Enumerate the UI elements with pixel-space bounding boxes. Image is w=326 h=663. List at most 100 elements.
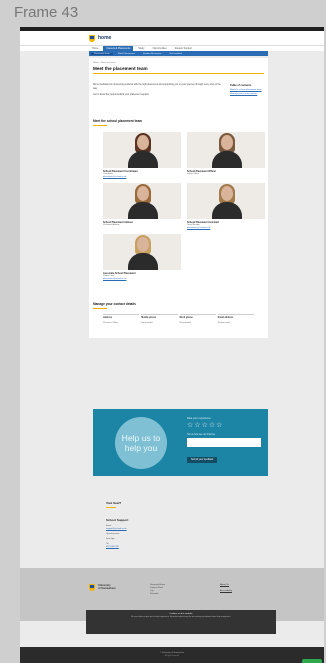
cookie-title: Cookies on this website	[169, 613, 193, 615]
footer-links: About Us Accessibility	[220, 584, 232, 596]
footer-link-about[interactable]: About Us	[220, 584, 232, 586]
team-member-card: School Placement Assistant Team Member pla…	[187, 182, 267, 229]
contact-detail-label: Work phone	[179, 316, 193, 319]
cookie-banner: Cookies on this website We use cookies t…	[86, 610, 276, 634]
contact-detail-label: Address	[103, 316, 113, 319]
contact-detail-column: Address Placement Office	[103, 313, 140, 324]
contact-detail-value: Not provided	[141, 321, 153, 324]
contact-detail-column: Email address Student email	[217, 313, 254, 324]
nav-item[interactable]: Home	[89, 46, 101, 51]
support-email-label: Email	[106, 525, 112, 527]
face-shape	[137, 134, 149, 150]
shield-logo-icon	[89, 584, 95, 591]
site-header: home	[20, 31, 324, 45]
cookie-text: We use cookies to give you the best expe…	[130, 616, 232, 618]
star-rating: ☆ ☆ ☆ ☆ ☆	[187, 422, 263, 429]
feedback-form: Rate your experience ☆ ☆ ☆ ☆ ☆ Tell us how w…	[187, 417, 263, 465]
face-shape	[221, 185, 233, 201]
sub-navigation: Placement team Work Placements Student Res…	[89, 51, 268, 56]
contact-detail-value: Placement Office	[103, 321, 119, 324]
star-icon[interactable]: ☆	[187, 422, 193, 429]
contact-detail-column: Work phone Not provided	[179, 313, 216, 324]
toc-link-team[interactable]: Meet the school placement team	[230, 89, 264, 92]
site-logo[interactable]: home	[89, 34, 111, 42]
footer-address: University House Campus Road City Postco…	[150, 584, 165, 596]
team-grid: School Placement Coordinator Coordinator p…	[89, 131, 268, 280]
body-shape	[212, 201, 242, 219]
subnav-item[interactable]: Work Placements	[115, 53, 138, 55]
body-shape	[128, 252, 158, 270]
body-shape	[128, 201, 158, 219]
section-underline	[93, 124, 107, 126]
face-shape	[221, 134, 233, 150]
support-email-link[interactable]: support@school.ac.uk	[106, 528, 206, 530]
main-content: Home > Meet the team Meet the placement …	[89, 58, 268, 338]
team-member-photo	[187, 182, 265, 219]
rating-question: Rate your experience	[187, 417, 211, 420]
bottom-copyright-band: © University of Somewhere All rights res…	[20, 647, 324, 663]
submit-feedback-button[interactable]: Submit your feedback	[187, 457, 218, 463]
section-underline	[106, 507, 116, 508]
nav-item[interactable]: Student Support	[172, 46, 195, 51]
team-member-card: School Placement Officer Senior Officer	[187, 131, 267, 178]
footer-link-accessibility[interactable]: Accessibility	[220, 590, 232, 592]
body-shape	[212, 150, 242, 168]
copyright-line-2: All rights reserved	[164, 655, 180, 657]
page-title: Meet the placement team	[93, 66, 148, 71]
nav-item[interactable]: Opportunities	[149, 46, 169, 51]
table-of-contents: Table of contents Meet the school placem…	[230, 84, 264, 101]
star-icon[interactable]: ☆	[209, 422, 215, 429]
contact-detail-value: Not provided	[179, 321, 191, 324]
star-icon[interactable]: ☆	[216, 422, 222, 429]
support-info: Visit SeeIT School Support Email support…	[106, 501, 206, 548]
nav-item[interactable]: Careers & Placements	[103, 46, 134, 51]
support-hours-value: 9am-5pm	[106, 538, 115, 540]
team-member-role: Placement Advisor	[103, 224, 120, 227]
feedback-banner: Help us to help you Rate your experience…	[93, 409, 268, 476]
site-logo-text: home	[98, 35, 112, 41]
contact-details-grid: Address Placement Office Mobile phone Not p…	[89, 313, 268, 324]
toc-link-contact[interactable]: Manage your contact details	[230, 93, 264, 96]
frame-label: Frame 43	[14, 4, 79, 21]
section-underline	[93, 307, 107, 309]
team-member-card: School Placement Coordinator Coordinator p…	[103, 131, 183, 178]
footer-logo[interactable]: University of Somewhere	[89, 584, 116, 591]
team-member-photo	[187, 131, 265, 168]
nav-item[interactable]: Study	[135, 46, 147, 51]
main-navigation: Home Careers & Placements Study Opportuniti…	[20, 45, 324, 51]
help-us-bubble: Help us to help you	[115, 417, 167, 469]
team-member-role: Senior Officer	[187, 173, 200, 176]
subnav-item[interactable]: Get Involved	[167, 53, 185, 55]
face-shape	[137, 236, 149, 252]
contact-detail-label: Mobile phone	[141, 316, 157, 319]
comment-input[interactable]	[187, 438, 261, 447]
web-page: home Home Careers & Placements Study Opport…	[20, 27, 324, 663]
contact-section-title: Manage your contact details	[93, 301, 136, 306]
team-section-title: Meet the school placement team	[93, 118, 143, 123]
support-subheading: School Support	[106, 518, 129, 522]
team-member-email[interactable]: placements@school.ac.uk	[103, 278, 183, 280]
contact-detail-value: Student email	[217, 321, 230, 324]
subnav-item[interactable]: Placement team	[91, 52, 113, 55]
intro-section: We're dedicated to connecting students w…	[89, 74, 268, 101]
intro-paragraph-1: We're dedicated to connecting students w…	[93, 84, 221, 90]
team-member-photo	[103, 131, 181, 168]
contact-detail-label: Email address	[217, 316, 234, 319]
footer-logo-line-2: of Somewhere	[98, 587, 116, 591]
address-line: Postcode	[150, 593, 159, 595]
subnav-item[interactable]: Student Resources	[140, 53, 165, 55]
star-icon[interactable]: ☆	[202, 422, 208, 429]
face-shape	[137, 185, 149, 201]
team-member-photo	[103, 233, 181, 270]
copyright-line-1: © University of Somewhere	[159, 652, 185, 654]
star-icon[interactable]: ☆	[194, 422, 200, 429]
support-phone-link[interactable]: 0123 456 789	[106, 546, 206, 548]
team-member-card: Associate School Placement Project Lead pl…	[103, 233, 183, 280]
team-member-email[interactable]: placements@school.ac.uk	[187, 227, 267, 229]
toc-title: Table of contents	[230, 84, 252, 87]
comment-label: Tell us how we can improve	[187, 434, 216, 436]
team-member-email[interactable]: placements@school.ac.uk	[103, 176, 183, 178]
chat-widget-tab[interactable]	[302, 659, 322, 663]
help-us-text: Help us to help you	[121, 433, 161, 453]
team-member-photo	[103, 182, 181, 219]
